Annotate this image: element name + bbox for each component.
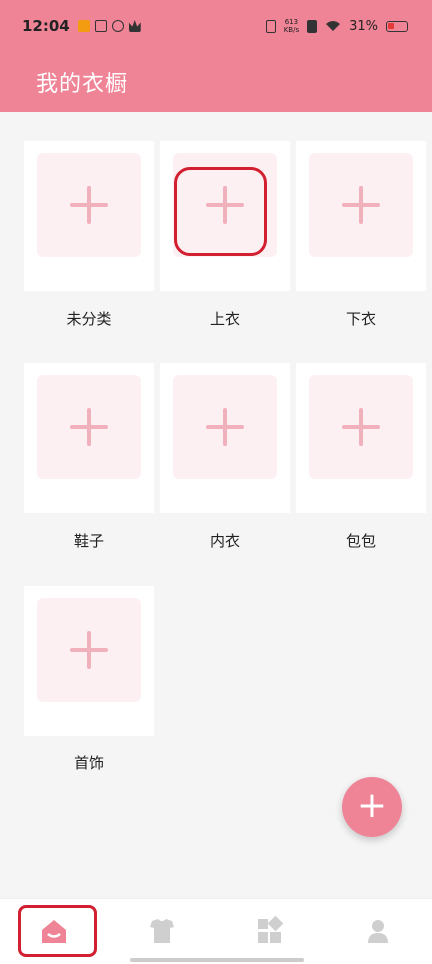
gesture-bar — [130, 958, 304, 962]
highlight-box-tops — [174, 167, 267, 256]
category-label: 首饰 — [73, 754, 104, 772]
category-label: 上衣 — [209, 310, 240, 328]
app-notification-icon — [77, 20, 90, 32]
nav-outfits[interactable] — [250, 913, 290, 949]
nav-wardrobe[interactable] — [142, 913, 182, 949]
add-plus-icon[interactable] — [37, 153, 141, 257]
highlight-box-home — [18, 905, 97, 957]
add-category-button[interactable]: + — [342, 777, 402, 837]
add-plus-icon[interactable] — [37, 375, 141, 479]
category-card-uncategorized[interactable] — [24, 141, 154, 291]
page-title: 我的衣橱 — [36, 72, 129, 97]
category-label: 包包 — [345, 532, 376, 550]
add-plus-icon[interactable] — [37, 598, 141, 702]
add-plus-icon[interactable] — [309, 375, 413, 479]
bag-notification-icon — [94, 20, 107, 32]
status-bar: 12:04 613 KB/s 31% — [0, 0, 432, 52]
app-header: 我的衣橱 — [0, 52, 432, 112]
category-label: 未分类 — [66, 310, 112, 328]
grid-icon — [258, 915, 284, 943]
sim-icon — [307, 19, 318, 33]
category-card-bags[interactable] — [296, 363, 426, 513]
battery-icon — [386, 20, 408, 32]
crown-notification-icon — [128, 20, 141, 32]
user-icon — [368, 920, 388, 943]
category-card-jewelry[interactable] — [24, 586, 154, 736]
net-speed-unit: KB/s — [283, 26, 300, 34]
status-time: 12:04 — [22, 17, 70, 35]
battery-percent: 31% — [349, 18, 378, 34]
category-card-bottoms[interactable] — [296, 141, 426, 291]
notification-icons — [77, 20, 141, 32]
category-card-shoes[interactable] — [24, 363, 154, 513]
shirt-icon — [150, 919, 174, 943]
vibrate-icon — [265, 19, 276, 33]
add-plus-icon[interactable] — [173, 375, 277, 479]
link-notification-icon — [111, 20, 124, 32]
network-speed: 613 KB/s — [284, 18, 299, 34]
category-label: 下衣 — [345, 310, 376, 328]
category-label: 内衣 — [209, 532, 240, 550]
nav-profile[interactable] — [358, 913, 398, 949]
category-label: 鞋子 — [73, 532, 104, 550]
net-speed-value: 613 — [284, 18, 299, 26]
category-card-underwear[interactable] — [160, 363, 290, 513]
add-plus-icon[interactable] — [309, 153, 413, 257]
wifi-icon — [325, 20, 341, 32]
